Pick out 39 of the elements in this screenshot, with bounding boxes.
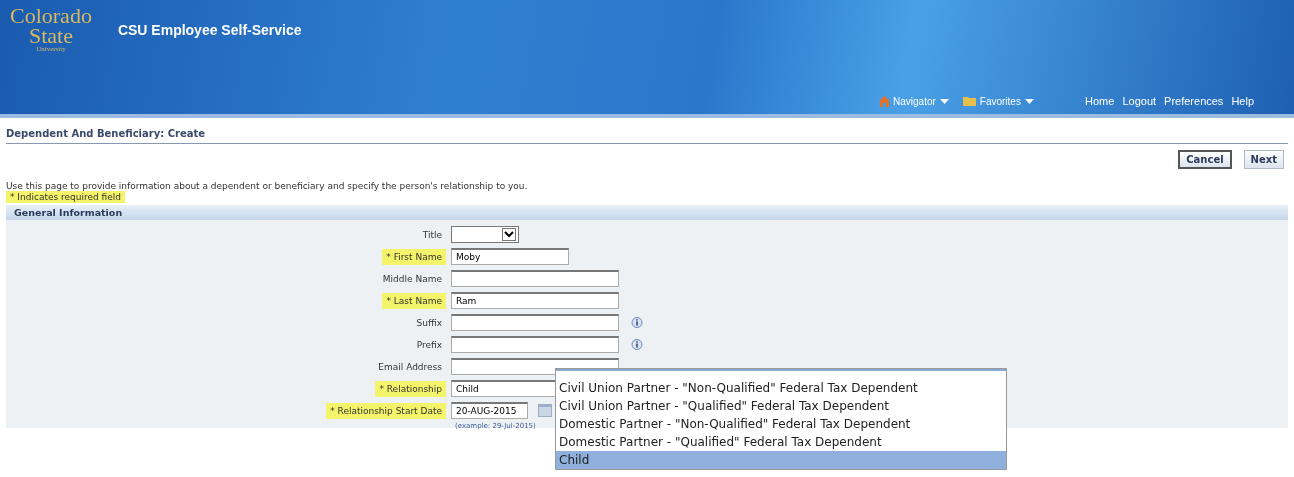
field-label: Middle Name (381, 273, 443, 286)
dropdown-option[interactable]: Child (556, 451, 1006, 469)
field-label: * Last Name (382, 293, 446, 309)
logo-text: Colorado (10, 6, 92, 26)
section-title: General Information (14, 207, 123, 218)
field-label: Suffix (415, 317, 443, 330)
field-label: * Relationship Start Date (326, 403, 446, 419)
page-title: Dependent And Beneficiary: Create (6, 128, 1288, 144)
text-field[interactable] (451, 270, 619, 287)
field-label: Prefix (415, 339, 443, 352)
date-field[interactable]: 20-AUG-2015 (451, 402, 528, 419)
dropdown-option[interactable]: Civil Union Partner - "Qualified" Federal Tax Dependent (556, 397, 1006, 415)
field-label: * Relationship (375, 381, 446, 397)
caret-icon (1024, 98, 1034, 104)
instruction-text: Use this page to provide information about a dependent or beneficiary and specify the person's relationship to you. (6, 181, 529, 191)
field-label: Title (421, 229, 443, 242)
next-button[interactable]: Next (1243, 150, 1284, 169)
chevron-icon (502, 228, 516, 241)
required-note: * Indicates required field (6, 191, 125, 203)
logo-text: State (28, 25, 73, 46)
text-field[interactable]: Ram (451, 292, 619, 309)
text-field[interactable] (451, 336, 619, 353)
header-link[interactable]: Home (1085, 95, 1115, 107)
text-field[interactable]: Moby (451, 248, 569, 265)
field-label: * First Name (382, 249, 446, 265)
caret-icon (939, 98, 949, 104)
header-link[interactable]: Help (1231, 95, 1254, 107)
header-link[interactable]: Preferences (1164, 95, 1224, 107)
house-icon (880, 95, 889, 107)
field-label: Email Address (377, 361, 443, 374)
header-link[interactable]: Logout (1122, 95, 1157, 107)
cancel-button[interactable]: Cancel (1178, 150, 1232, 169)
app-title: CSU Employee Self-Service (117, 22, 302, 38)
dropdown-option[interactable]: Domestic Partner - "Non-Qualified" Federal Tax Dependent (556, 415, 1006, 433)
dropdown-option[interactable]: Civil Union Partner - "Non-Qualified" Federal Tax Dependent (556, 379, 1006, 397)
dropdown-option[interactable]: Domestic Partner - "Qualified" Federal Tax Dependent (556, 433, 1006, 451)
title-dropdown[interactable] (451, 226, 519, 243)
text-field[interactable] (451, 314, 619, 331)
folder-icon (962, 96, 976, 106)
